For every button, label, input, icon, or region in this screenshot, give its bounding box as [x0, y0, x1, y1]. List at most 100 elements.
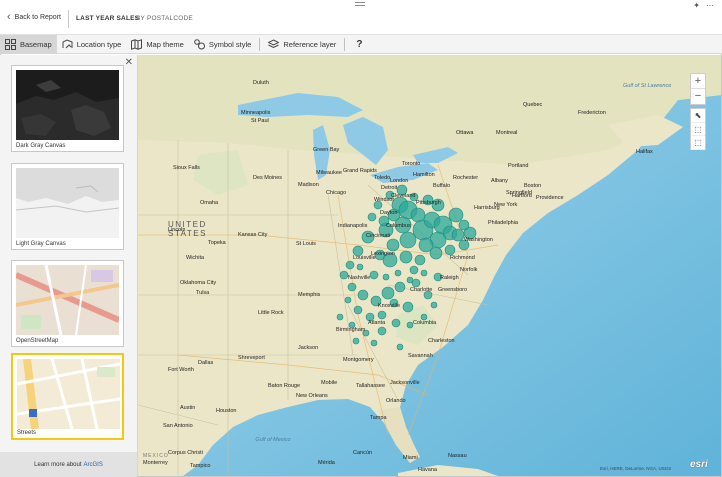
- back-to-report-button[interactable]: ‹ Back to Report: [7, 11, 61, 23]
- city-label: Cincinnati: [366, 233, 391, 239]
- chevron-left-icon: ‹: [7, 11, 11, 23]
- sales-bubble[interactable]: [429, 246, 443, 260]
- symbol-style-icon: [194, 38, 205, 49]
- sales-bubble[interactable]: [352, 337, 360, 345]
- location-type-icon: [62, 38, 73, 48]
- city-label: Mérida: [318, 460, 335, 466]
- sales-bubble[interactable]: [399, 250, 413, 264]
- reference-layer-button[interactable]: Reference layer: [263, 35, 341, 54]
- light-gray-thumbnail: [16, 168, 119, 238]
- sales-bubble[interactable]: [409, 265, 419, 275]
- map-theme-icon: [131, 38, 143, 50]
- city-label: Albany: [491, 178, 508, 184]
- sales-bubble[interactable]: [396, 343, 404, 351]
- city-label: Montgomery: [343, 357, 374, 363]
- city-label: Memphis: [298, 292, 321, 298]
- city-label: Cancún: [353, 450, 372, 456]
- pin-icon[interactable]: ✦: [693, 1, 700, 10]
- sales-bubble[interactable]: [347, 282, 357, 292]
- sales-bubble[interactable]: [344, 296, 352, 304]
- drag-handle-icon[interactable]: [355, 2, 365, 6]
- sales-bubble[interactable]: [370, 339, 378, 347]
- city-label: Portland: [508, 163, 529, 169]
- sales-bubble[interactable]: [345, 260, 355, 270]
- city-label: Sioux Falls: [173, 165, 200, 171]
- sales-bubble[interactable]: [414, 254, 426, 266]
- sales-bubble[interactable]: [382, 273, 390, 281]
- country-label-mexico: MEXICO: [143, 453, 169, 459]
- more-options-icon[interactable]: ⋯: [706, 1, 714, 10]
- map-theme-button[interactable]: Map theme: [126, 35, 189, 54]
- sales-bubble[interactable]: [367, 212, 377, 222]
- city-label: Pittsburgh: [416, 200, 441, 206]
- city-label: Fort Worth: [168, 367, 194, 373]
- zoom-out-icon[interactable]: −: [691, 89, 705, 104]
- city-label: Fredericton: [578, 110, 606, 116]
- sales-bubble[interactable]: [451, 228, 465, 242]
- ocean-label: Gulf of Mexico: [255, 437, 291, 443]
- city-label: Madison: [298, 182, 319, 188]
- city-label: New Orleans: [296, 393, 328, 399]
- streets-thumbnail: [17, 359, 120, 429]
- sales-bubble[interactable]: [377, 310, 387, 320]
- visual-title: LAST YEAR SALES: [76, 15, 140, 22]
- city-label: Tampico: [190, 463, 211, 469]
- basemap-dark-gray-canvas[interactable]: Dark Gray Canvas: [11, 65, 124, 152]
- city-label: Wichita: [186, 255, 205, 261]
- sales-bubble[interactable]: [369, 270, 379, 280]
- sales-bubble[interactable]: [394, 269, 402, 277]
- map-canvas[interactable]: UNITED STATES Gulf of St Lawrence Gulf o…: [138, 55, 721, 476]
- city-label: Milwaukee: [316, 170, 342, 176]
- city-label: Savannah: [408, 353, 433, 359]
- close-icon[interactable]: ✕: [125, 57, 133, 68]
- city-label: Hamilton: [413, 172, 435, 178]
- help-button[interactable]: ?: [348, 35, 370, 54]
- header-icons: ✦ ⋯: [693, 1, 714, 10]
- sales-bubble[interactable]: [458, 219, 470, 231]
- city-label: Atlanta: [368, 320, 386, 326]
- basemap-streets[interactable]: Streets: [11, 353, 124, 440]
- sales-bubble[interactable]: [402, 301, 414, 313]
- sales-bubble[interactable]: [377, 326, 387, 336]
- city-label: Columbus: [386, 223, 411, 229]
- sales-bubble[interactable]: [356, 263, 364, 271]
- pointer-select-icon[interactable]: ⬉: [691, 109, 705, 123]
- city-label: Duluth: [253, 80, 269, 86]
- city-label: Buffalo: [433, 183, 451, 189]
- zoom-in-icon[interactable]: +: [691, 74, 705, 89]
- city-label: Little Rock: [258, 310, 284, 316]
- rectangle-select-icon[interactable]: ⬚: [691, 123, 705, 136]
- visual-subtitle: BY POSTALCODE: [136, 15, 193, 22]
- city-label: Toronto: [402, 161, 421, 167]
- sales-bubble[interactable]: [399, 231, 417, 249]
- location-type-button[interactable]: Location type: [57, 35, 127, 54]
- sales-bubble[interactable]: [406, 276, 414, 284]
- sales-bubble[interactable]: [386, 238, 400, 252]
- city-label: Harrisburg: [474, 205, 500, 211]
- symbol-style-button[interactable]: Symbol style: [189, 35, 257, 54]
- sales-bubble[interactable]: [353, 305, 363, 315]
- sales-bubble[interactable]: [336, 313, 344, 321]
- sales-bubble[interactable]: [444, 244, 456, 256]
- city-label: London: [390, 178, 409, 184]
- sales-bubble[interactable]: [430, 301, 438, 309]
- basemap-button[interactable]: Basemap: [0, 34, 57, 54]
- sales-bubble[interactable]: [420, 269, 428, 277]
- sales-bubble[interactable]: [448, 207, 464, 223]
- basemap-label: OpenStreetMap: [16, 338, 59, 344]
- basemap-openstreetmap[interactable]: OpenStreetMap: [11, 260, 124, 347]
- sales-bubble[interactable]: [357, 289, 369, 301]
- city-label: Monterrey: [143, 460, 168, 466]
- sales-bubble[interactable]: [339, 270, 349, 280]
- sales-bubble[interactable]: [391, 318, 401, 328]
- arcgis-link[interactable]: ArcGIS: [84, 462, 103, 468]
- lasso-select-icon[interactable]: ⬚: [691, 136, 705, 150]
- city-label: Quebec: [523, 102, 543, 108]
- city-label: Nassau: [448, 453, 467, 459]
- city-label: Windsor: [374, 197, 395, 203]
- sales-bubble[interactable]: [394, 281, 406, 293]
- city-label: Birmingham: [336, 327, 366, 333]
- dark-gray-thumbnail: [16, 70, 119, 140]
- basemap-light-gray-canvas[interactable]: Light Gray Canvas: [11, 163, 124, 250]
- sales-bubble[interactable]: [381, 286, 395, 300]
